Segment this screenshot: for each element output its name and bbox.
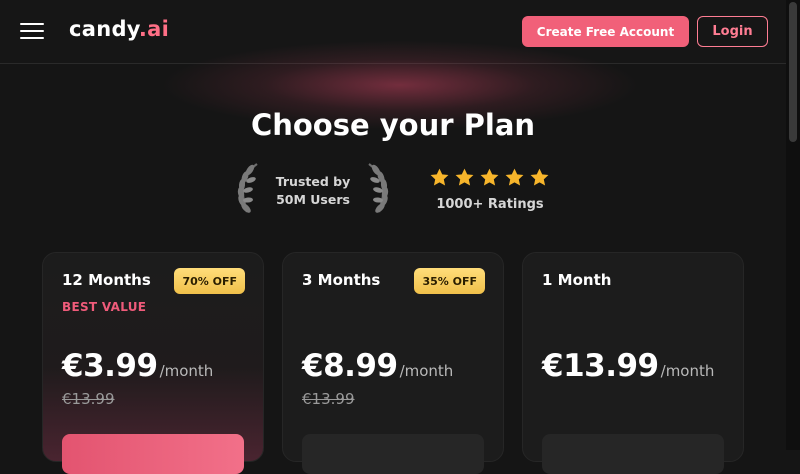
logo-accent: .ai [138, 17, 170, 41]
select-plan-button[interactable] [62, 434, 244, 474]
price-period: /month [660, 362, 715, 380]
select-plan-button[interactable] [302, 434, 484, 474]
create-free-account-button[interactable]: Create Free Account [522, 16, 689, 47]
plan-price: €13.99/month [542, 348, 714, 384]
scrollbar-thumb[interactable] [789, 2, 797, 142]
star-icon [480, 168, 499, 186]
plan-name: 1 Month [542, 271, 612, 289]
star-icon [455, 168, 474, 186]
page-scrollbar[interactable] [786, 0, 800, 450]
original-price: €13.99 [302, 390, 355, 408]
trust-line-2: 50M Users [276, 192, 350, 207]
trust-line-1: Trusted by [275, 174, 351, 189]
star-icon [505, 168, 524, 186]
laurel-right-icon [368, 163, 389, 213]
price-period: /month [159, 362, 214, 380]
plan-card-3-months[interactable]: 3 Months 35% OFF €8.99/month €13.99 [282, 252, 504, 474]
login-button[interactable]: Login [697, 16, 768, 47]
top-navigation-bar: candy.ai Create Free Account Login [0, 0, 786, 64]
logo[interactable]: candy.ai [69, 17, 169, 41]
hamburger-menu-icon[interactable] [20, 22, 44, 40]
plan-name: 3 Months [302, 271, 381, 289]
star-icon [430, 168, 449, 186]
plan-name: 12 Months [62, 271, 151, 289]
logo-text: candy [69, 17, 139, 41]
discount-badge: 35% OFF [414, 268, 485, 294]
discount-badge: 70% OFF [174, 268, 245, 294]
price-amount: €8.99 [302, 348, 398, 384]
select-plan-button[interactable] [542, 434, 724, 474]
price-amount: €3.99 [62, 348, 158, 384]
plan-card-1-month[interactable]: 1 Month €13.99/month [522, 252, 744, 474]
ratings-count: 1000+ Ratings [436, 197, 544, 212]
best-value-tag: BEST VALUE [62, 300, 147, 314]
rating-stars [429, 167, 550, 189]
price-period: /month [399, 362, 454, 380]
original-price: €13.99 [62, 390, 115, 408]
plan-card-12-months[interactable]: 12 Months 70% OFF BEST VALUE €3.99/month… [42, 252, 264, 474]
trust-text: Trusted by 50M Users [259, 173, 367, 209]
plan-price: €8.99/month [302, 348, 453, 384]
trusted-badge: Trusted by 50M Users [233, 160, 393, 222]
plan-price: €3.99/month [62, 348, 213, 384]
page-title: Choose your Plan [250, 108, 536, 142]
star-icon [530, 168, 549, 186]
price-amount: €13.99 [542, 348, 659, 384]
